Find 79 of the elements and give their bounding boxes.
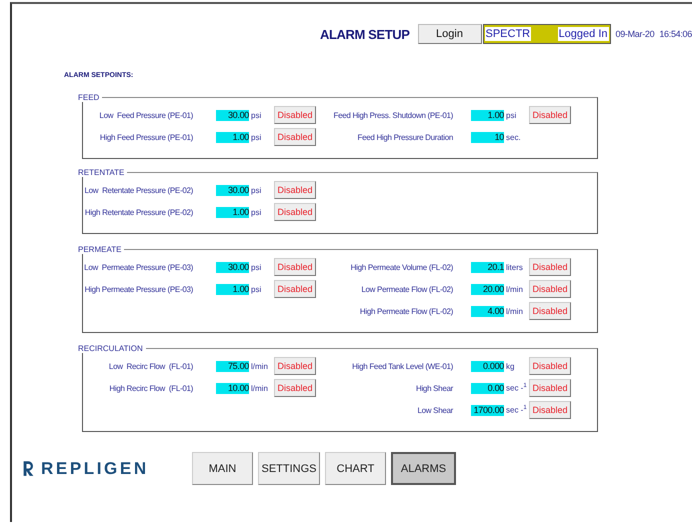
setpoint-label: Low Retentate Pressure (PE-02) [83, 186, 194, 194]
value-field[interactable]: 4.00 [471, 306, 504, 316]
setpoint-label: High Shear [414, 384, 454, 392]
unit-text: l/min [250, 362, 269, 370]
value-field[interactable]: 1.00 [216, 284, 249, 294]
alarm-toggle-button[interactable]: Disabled [529, 280, 571, 298]
nav-button[interactable]: MAIN [192, 452, 253, 485]
value-field[interactable]: 10.00 [216, 382, 249, 394]
setpoint-label: Low Recirc Flow (FL-01) [108, 362, 194, 370]
alarm-toggle-button[interactable]: Disabled [529, 258, 571, 276]
unit-text: psi [250, 110, 262, 120]
setpoint-label: Feed High Press. Shutdown (PE-01) [332, 110, 454, 120]
nav-button[interactable]: CHART [325, 452, 386, 485]
alarm-toggle-button[interactable]: Disabled [274, 106, 316, 124]
screen-title: ALARM SETUP [320, 26, 410, 42]
user-name: SPECTR [484, 27, 532, 41]
group-title: RECIRCULATION [78, 344, 144, 353]
unit-text: psi [250, 132, 262, 142]
brand-logo-text: REPLIGEN [41, 458, 149, 478]
date-text: 09-Mar-20 [616, 29, 654, 39]
alarm-toggle-button[interactable]: Disabled [274, 128, 316, 146]
group-title: PERMEATE [78, 245, 122, 254]
alarm-toggle-button[interactable]: Disabled [529, 379, 571, 397]
value-field[interactable]: 0.00 [471, 382, 504, 394]
value-field[interactable]: 20.1 [471, 262, 504, 272]
setpoint-label: Low Permeate Pressure (PE-03) [83, 262, 194, 272]
value-field[interactable]: 75.00 [216, 360, 249, 372]
setpoint-label: High Permeate Flow (FL-02) [358, 306, 454, 316]
unit-text: psi [250, 186, 262, 194]
setpoint-label: Low Shear [416, 406, 454, 414]
setpoint-label: High Recirc Flow (FL-01) [108, 384, 194, 392]
unit-text: l/min [505, 306, 524, 316]
unit-text: sec -$^{1}$ [505, 383, 528, 393]
unit-text: liters [505, 262, 524, 272]
value-field[interactable]: 1.00 [471, 110, 504, 120]
alarm-toggle-button[interactable]: Disabled [274, 357, 316, 375]
setpoint-label: Feed High Pressure Duration [356, 132, 454, 142]
alarm-toggle-button[interactable]: Disabled [529, 401, 571, 419]
value-field[interactable]: 0.000 [471, 360, 504, 372]
alarm-toggle-button[interactable]: Disabled [274, 379, 316, 397]
group-title: FEED [78, 93, 100, 102]
value-field[interactable]: 1.00 [216, 206, 249, 218]
unit-text: psi [250, 284, 262, 294]
setpoint-label: High Feed Pressure (PE-01) [98, 132, 194, 142]
alarm-toggle-button[interactable]: Disabled [529, 357, 571, 375]
alarm-toggle-button[interactable]: Disabled [274, 181, 316, 199]
time-text: 16:54:06 [659, 29, 692, 39]
value-field[interactable]: 20.00 [471, 284, 504, 294]
unit-text: sec. [505, 132, 522, 142]
unit-text: l/min [250, 384, 269, 392]
unit-text: l/min [505, 284, 524, 294]
login-status: Logged In [558, 27, 608, 41]
setpoint-label: High Feed Tank Level (WE-01) [351, 362, 454, 370]
alarm-toggle-button[interactable]: Disabled [274, 258, 316, 276]
setpoint-label: High Permeate Volume (FL-02) [350, 262, 454, 272]
unit-text: sec -$^{1}$ [505, 405, 528, 415]
unit-text: psi [250, 208, 262, 216]
unit-text: psi [505, 110, 518, 120]
setpoint-label: Low Feed Pressure (PE-01) [98, 110, 194, 120]
setpoint-label: High Permeate Pressure (PE-03) [84, 284, 194, 294]
unit-text: kg [505, 362, 516, 370]
value-field[interactable]: 30.00 [216, 110, 249, 120]
nav-button[interactable]: SETTINGS [258, 452, 320, 485]
value-field[interactable]: 30.00 [216, 262, 249, 272]
alarm-toggle-button[interactable]: Disabled [274, 280, 316, 298]
value-field[interactable]: 1.00 [216, 132, 249, 142]
value-field[interactable]: 30.00 [216, 184, 249, 196]
logo-icon [22, 460, 35, 477]
setpoint-label: High Retentate Pressure (PE-02) [84, 208, 194, 216]
group-title: RETENTATE [78, 168, 126, 177]
setpoint-label: Low Permeate Flow (FL-02) [360, 284, 454, 294]
value-field[interactable]: 1700.00 [471, 404, 504, 416]
alarm-toggle-button[interactable]: Disabled [274, 203, 316, 221]
login-button[interactable]: Login [418, 24, 482, 44]
alarm-toggle-button[interactable]: Disabled [529, 106, 571, 124]
unit-text: psi [250, 262, 262, 272]
nav-button[interactable]: ALARMS [391, 452, 456, 485]
value-field[interactable]: 10 [471, 132, 504, 142]
alarm-toggle-button[interactable]: Disabled [529, 302, 571, 320]
